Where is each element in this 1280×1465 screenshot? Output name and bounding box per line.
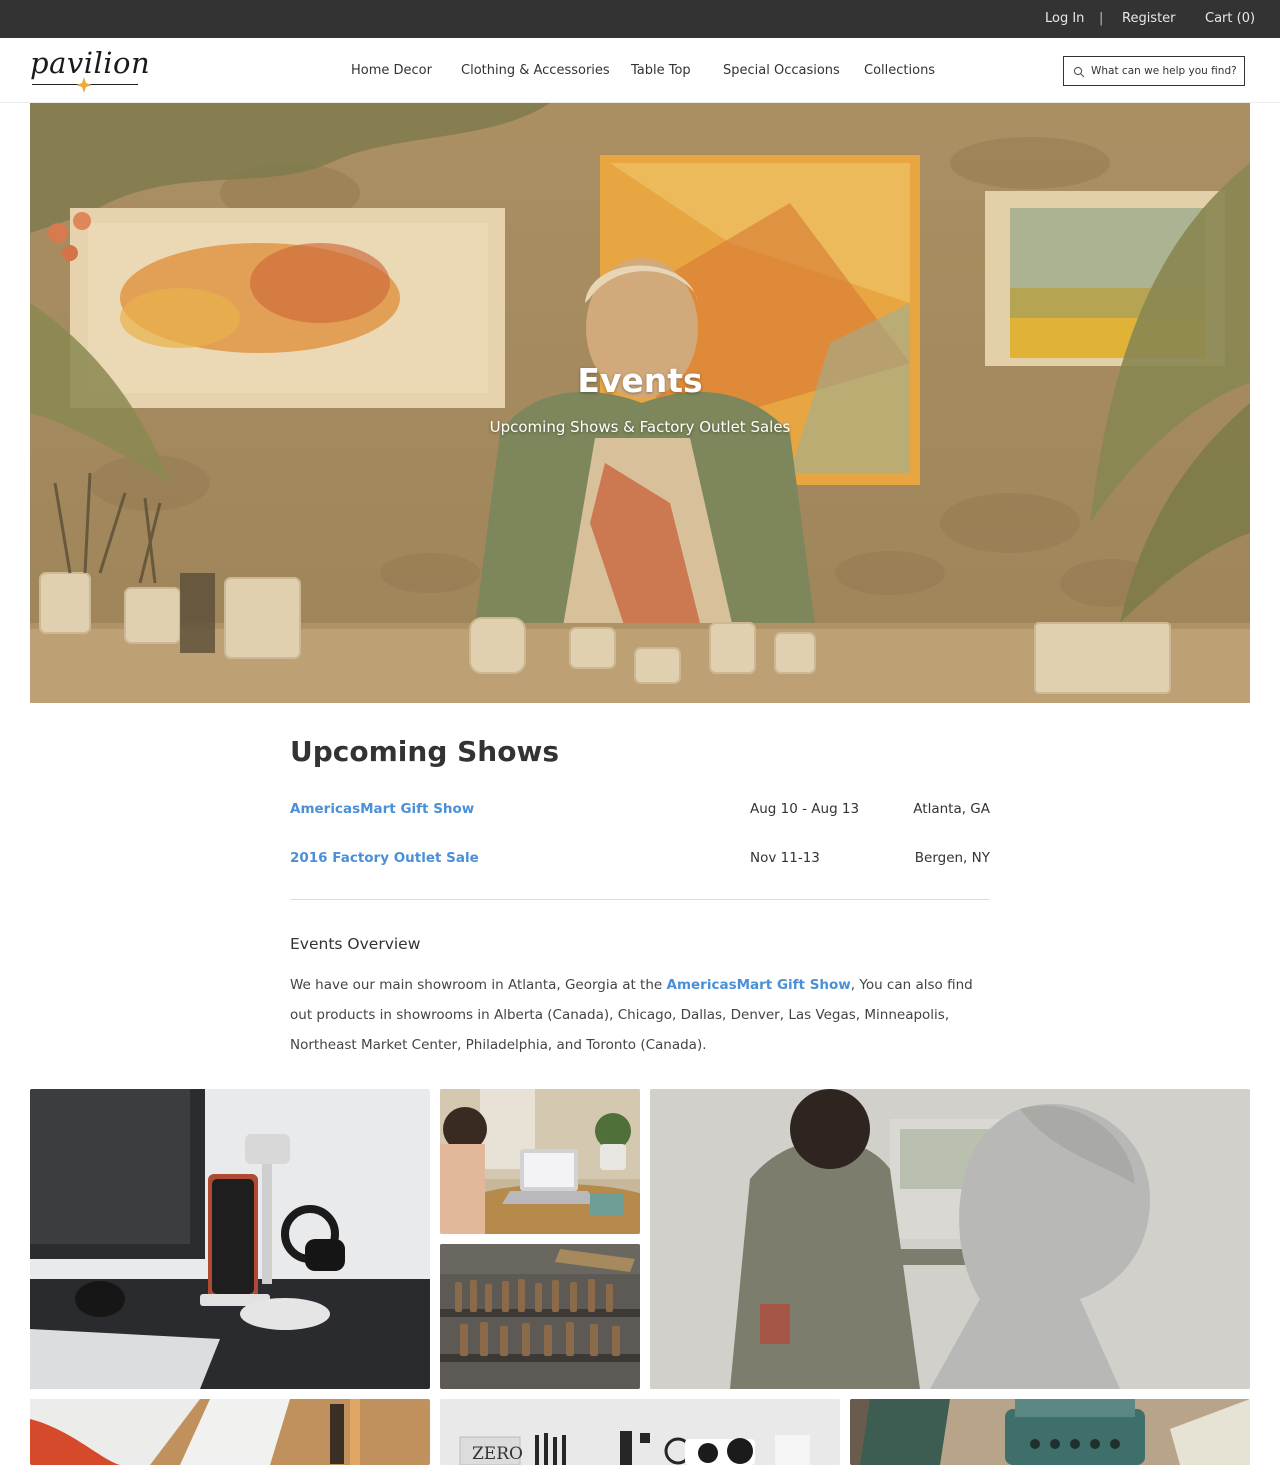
gallery-photo-typewriter [850, 1399, 1250, 1465]
show-dates: Nov 11-13 [750, 850, 820, 866]
gallery-photo-laptop-work [440, 1089, 640, 1234]
show-row: 2016 Factory Outlet Sale Nov 11-13 Berge… [290, 850, 990, 874]
search-box [1063, 56, 1245, 86]
show-dates: Aug 10 - Aug 13 [750, 801, 860, 817]
hero-banner: Events Upcoming Shows & Factory Outlet S… [30, 103, 1250, 703]
login-link[interactable]: Log In [1045, 11, 1084, 26]
utility-separator: | [1099, 11, 1104, 26]
pavilion-logo[interactable]: pavilion [30, 46, 150, 94]
gallery-photo-tool-wall [440, 1244, 640, 1389]
register-link[interactable]: Register [1122, 11, 1176, 26]
nav-special-occasions[interactable]: Special Occasions [723, 63, 840, 78]
nav-clothing-accessories[interactable]: Clothing & Accessories [461, 63, 610, 78]
section-divider [290, 899, 990, 900]
nav-home-decor[interactable]: Home Decor [351, 63, 432, 78]
events-overview-text: We have our main showroom in Atlanta, Ge… [290, 970, 990, 1060]
main-header: pavilion Home Decor Clothing & Accessori… [0, 38, 1280, 103]
nav-collections[interactable]: Collections [864, 63, 935, 78]
utility-bar: Log In | Register Cart (0) [0, 0, 1280, 38]
show-name-link[interactable]: 2016 Factory Outlet Sale [290, 850, 479, 866]
gallery-photo-craft-table [30, 1399, 430, 1465]
events-overview-heading: Events Overview [290, 935, 421, 953]
cart-link[interactable]: Cart (0) [1205, 11, 1255, 26]
nav-table-top[interactable]: Table Top [631, 63, 691, 78]
search-input[interactable] [1091, 60, 1241, 82]
overview-text-before: We have our main showroom in Atlanta, Ge… [290, 977, 667, 993]
search-icon[interactable] [1073, 66, 1085, 78]
show-location: Atlanta, GA [913, 801, 990, 817]
gallery-photo-sculptor [650, 1089, 1250, 1389]
show-name-link[interactable]: AmericasMart Gift Show [290, 801, 474, 817]
hero-title: Events [577, 361, 703, 400]
star-icon [76, 77, 92, 93]
gallery-photo-stationery-flatlay: ZERO [440, 1399, 840, 1465]
hero-subtitle: Upcoming Shows & Factory Outlet Sales [489, 418, 791, 436]
overview-gift-show-link[interactable]: AmericasMart Gift Show [667, 977, 851, 993]
show-row: AmericasMart Gift Show Aug 10 - Aug 13 A… [290, 801, 990, 825]
upcoming-shows-heading: Upcoming Shows [290, 735, 559, 768]
show-location: Bergen, NY [914, 850, 990, 866]
sign-text: ZERO [472, 1444, 523, 1464]
hero-tint-overlay [30, 103, 1250, 703]
logo-wordmark: pavilion [30, 46, 151, 80]
gallery-photo-desk-setup [30, 1089, 430, 1389]
